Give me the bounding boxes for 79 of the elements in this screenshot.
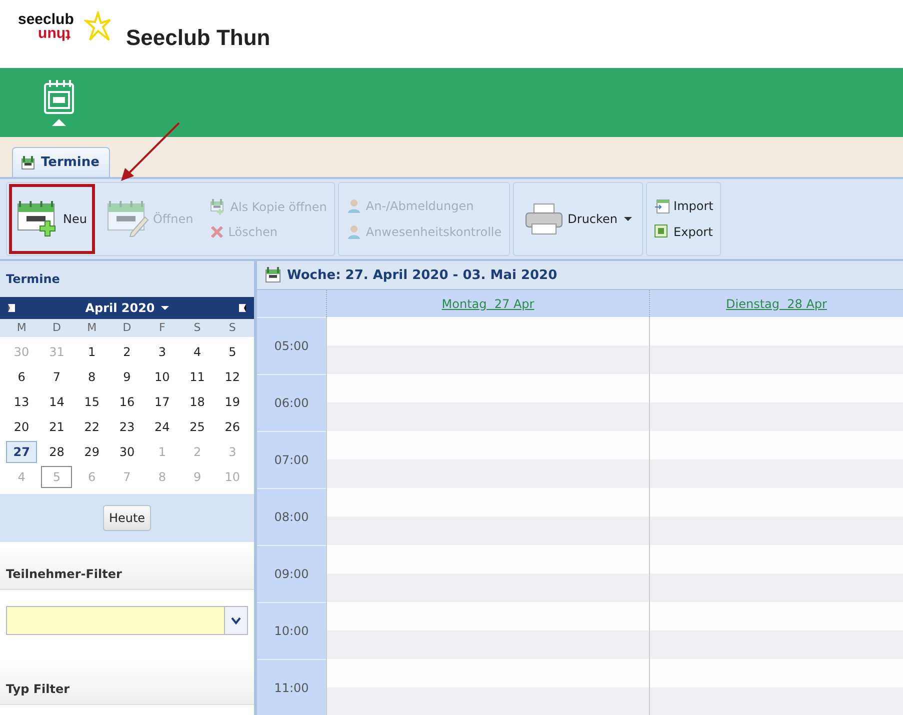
calendar-day[interactable]: 21 (41, 416, 72, 438)
time-slot[interactable] (649, 659, 903, 715)
next-month-button[interactable] (238, 304, 246, 312)
calendar-day[interactable]: 22 (76, 416, 108, 438)
time-slot[interactable] (649, 545, 903, 602)
month-picker[interactable]: April 2020 (79, 300, 175, 316)
calendar-day[interactable]: 20 (6, 416, 38, 438)
calendar-day[interactable]: 14 (41, 391, 72, 413)
spreadsheet-icon (654, 224, 670, 240)
person-icon (346, 198, 362, 214)
printer-icon (524, 202, 564, 236)
time-slot[interactable] (326, 317, 649, 374)
calendar-day[interactable]: 27 (6, 441, 38, 463)
time-slot[interactable] (649, 374, 903, 431)
time-slot[interactable] (326, 488, 649, 545)
calendar-day[interactable]: 28 (41, 441, 72, 463)
calendar-day[interactable]: 15 (76, 391, 108, 413)
time-slot[interactable] (326, 374, 649, 431)
delete-icon (210, 225, 224, 239)
toolbar-button[interactable]: Export (650, 222, 716, 242)
chevron-down-icon (231, 616, 241, 624)
calendar-day[interactable]: 17 (146, 391, 178, 413)
toolbar-button[interactable]: Drucken (518, 186, 638, 252)
calendar-day[interactable]: 4 (182, 341, 213, 363)
time-slot[interactable] (326, 659, 649, 715)
person-icon (346, 224, 362, 240)
document-import-icon (654, 198, 670, 214)
calendar-day[interactable]: 5 (216, 341, 248, 363)
time-slot[interactable] (649, 431, 903, 488)
participant-combo[interactable] (6, 606, 248, 635)
calendar-day[interactable]: 16 (111, 391, 143, 413)
calendar-day[interactable]: 9 (111, 366, 143, 388)
time-slot[interactable] (326, 602, 649, 659)
calendar-day[interactable]: 12 (216, 366, 248, 388)
calendar-day[interactable]: 30 (111, 441, 143, 463)
time-label: 05:00 (257, 317, 326, 374)
calendar-icon (21, 156, 35, 170)
calendar-day[interactable]: 8 (76, 366, 108, 388)
time-label: 06:00 (257, 374, 326, 431)
calendar-day[interactable]: 10 (146, 366, 178, 388)
panel-title: Termine (6, 272, 60, 286)
calendar-day[interactable]: 26 (216, 416, 248, 438)
time-slot[interactable] (649, 602, 903, 659)
time-label: 09:00 (257, 545, 326, 602)
calendar-day[interactable]: 19 (216, 391, 248, 413)
app-title: Seeclub Thun (126, 25, 270, 51)
time-label: 11:00 (257, 659, 326, 715)
calendar-day[interactable]: 18 (182, 391, 213, 413)
time-slot[interactable] (326, 431, 649, 488)
calendar-day[interactable]: 3 (146, 341, 178, 363)
time-slot[interactable] (326, 545, 649, 602)
star-icon (84, 11, 112, 43)
calendar-icon (265, 267, 281, 283)
calendar-day[interactable]: 1 (76, 341, 108, 363)
calendar-pencil-icon (106, 201, 149, 237)
calendar-day[interactable]: 6 (6, 366, 38, 388)
calendar-icon (44, 80, 74, 114)
logo-text: seeclub (18, 11, 74, 28)
calendar-day[interactable]: 7 (41, 366, 72, 388)
time-label: 08:00 (257, 488, 326, 545)
calendar-day[interactable]: 11 (182, 366, 213, 388)
calendar-add-icon (210, 199, 226, 215)
previous-month-button[interactable] (8, 304, 15, 312)
time-label: 10:00 (257, 602, 326, 659)
logo-text: thun (38, 26, 70, 43)
time-slot[interactable] (649, 317, 903, 374)
calendar-day[interactable]: 13 (6, 391, 38, 413)
calendar-day[interactable]: 29 (76, 441, 108, 463)
panel-title: Woche: 27. April 2020 - 03. Mai 2020 (287, 268, 558, 282)
calendar-day[interactable]: 2 (111, 341, 143, 363)
time-slot[interactable] (649, 488, 903, 545)
toolbar-button[interactable]: Import (650, 196, 716, 216)
today-button[interactable]: Heute (102, 505, 152, 531)
tab[interactable]: Termine (12, 147, 110, 177)
calendar-day[interactable]: 24 (146, 416, 178, 438)
calendar-day[interactable]: 23 (111, 416, 143, 438)
time-label: 07:00 (257, 431, 326, 488)
toolbar-button[interactable]: Neu (11, 186, 93, 252)
calendar-day[interactable]: 25 (182, 416, 213, 438)
